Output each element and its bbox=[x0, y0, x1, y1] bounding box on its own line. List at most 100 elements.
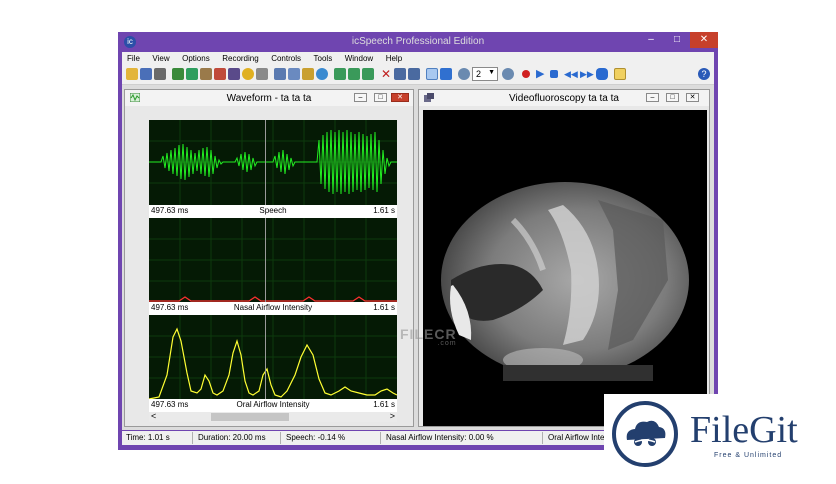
playback-cursor[interactable] bbox=[265, 120, 266, 205]
spectrum-icon[interactable] bbox=[200, 68, 212, 80]
speech-pane-caption: 497.63 ms Speech 1.61 s bbox=[149, 205, 397, 218]
split-horizontal-icon[interactable] bbox=[394, 68, 406, 80]
tool-icon[interactable] bbox=[302, 68, 314, 80]
bar-chart-icon[interactable] bbox=[172, 68, 184, 80]
play-icon[interactable]: ▶ bbox=[536, 68, 548, 80]
menu-view[interactable]: View bbox=[147, 52, 174, 65]
speech-waveform-plot[interactable] bbox=[149, 120, 397, 205]
menu-bar: File View Options Recording Controls Too… bbox=[122, 52, 714, 65]
minimize-button[interactable]: – bbox=[354, 93, 367, 102]
fast-forward-icon[interactable]: ▶▶ bbox=[580, 68, 594, 80]
scroll-right-arrow-icon[interactable]: > bbox=[390, 411, 395, 421]
chevron-down-icon: ▼ bbox=[488, 69, 495, 76]
menu-file[interactable]: File bbox=[122, 52, 145, 65]
pane-end-time: 1.61 s bbox=[373, 303, 395, 312]
move-icon[interactable] bbox=[440, 68, 452, 80]
menu-tools[interactable]: Tools bbox=[309, 52, 338, 65]
pane-end-time: 1.61 s bbox=[373, 206, 395, 215]
status-separator bbox=[280, 432, 281, 444]
pane-label: Nasal Airflow Intensity bbox=[233, 303, 313, 312]
status-oral: Oral Airflow Inte bbox=[548, 433, 605, 442]
close-button[interactable]: ✕ bbox=[391, 93, 409, 102]
status-separator bbox=[380, 432, 381, 444]
title-bar[interactable]: ic icSpeech Professional Edition – □ ✕ bbox=[118, 32, 718, 52]
loop-icon[interactable] bbox=[596, 68, 608, 80]
speech-waveform-pane[interactable]: 497.63 ms Speech 1.61 s bbox=[149, 120, 397, 218]
menu-controls[interactable]: Controls bbox=[266, 52, 306, 65]
export-icon[interactable] bbox=[348, 68, 360, 80]
pane-label: Oral Airflow Intensity bbox=[236, 400, 310, 409]
status-separator bbox=[542, 432, 543, 444]
filegit-badge: FileGit Free & Unlimited bbox=[604, 394, 836, 484]
minimize-button[interactable]: – bbox=[646, 93, 659, 102]
delete-icon[interactable]: ✕ bbox=[380, 68, 392, 80]
pitch-icon[interactable] bbox=[214, 68, 226, 80]
status-duration: Duration: 20.00 ms bbox=[198, 433, 266, 442]
minimize-button[interactable]: – bbox=[638, 32, 664, 48]
document-icon[interactable] bbox=[288, 68, 300, 80]
menu-help[interactable]: Help bbox=[381, 52, 407, 65]
video-icon[interactable] bbox=[228, 68, 240, 80]
pane-label: Speech bbox=[259, 206, 287, 215]
status-speech: Speech: -0.14 % bbox=[286, 433, 346, 442]
playback-cursor[interactable] bbox=[265, 315, 266, 399]
mdi-client-area: Waveform - ta ta ta – □ ✕ 497.63 ms Spee… bbox=[122, 85, 714, 430]
menu-recording[interactable]: Recording bbox=[217, 52, 263, 65]
chat-icon[interactable] bbox=[316, 68, 328, 80]
window-title: icSpeech Professional Edition bbox=[351, 36, 485, 47]
video-frame[interactable] bbox=[423, 110, 707, 426]
playback-cursor[interactable] bbox=[265, 218, 266, 302]
filegit-tagline: Free & Unlimited bbox=[714, 452, 783, 459]
app-window: ic icSpeech Professional Edition – □ ✕ F… bbox=[118, 32, 718, 450]
import-icon[interactable] bbox=[334, 68, 346, 80]
save-icon[interactable] bbox=[140, 68, 152, 80]
close-button[interactable]: ✕ bbox=[690, 32, 718, 48]
fluoroscopy-image bbox=[441, 182, 689, 381]
nasal-airflow-plot[interactable] bbox=[149, 218, 397, 302]
menu-window[interactable]: Window bbox=[340, 52, 378, 65]
convert-icon[interactable] bbox=[362, 68, 374, 80]
close-button[interactable]: ✕ bbox=[686, 93, 699, 102]
grid-icon[interactable] bbox=[256, 68, 268, 80]
pane-end-time: 1.61 s bbox=[373, 400, 395, 409]
rewind-icon[interactable]: ◀◀ bbox=[564, 68, 578, 80]
waveform-window-titlebar[interactable]: Waveform - ta ta ta – □ ✕ bbox=[125, 90, 413, 106]
restore-button[interactable]: □ bbox=[666, 93, 679, 102]
oral-airflow-plot[interactable] bbox=[149, 315, 397, 399]
record-icon[interactable] bbox=[522, 70, 530, 78]
toolbar: ✕ 2 ▼ ▶ ◀◀ ▶▶ ? bbox=[122, 65, 714, 85]
layout-icon[interactable] bbox=[274, 68, 286, 80]
zoom-in-icon[interactable] bbox=[458, 68, 470, 80]
scroll-left-arrow-icon[interactable]: < bbox=[151, 411, 156, 421]
print-icon[interactable] bbox=[154, 68, 166, 80]
fit-width-icon[interactable] bbox=[426, 68, 438, 80]
open-icon[interactable] bbox=[126, 68, 138, 80]
videofluoroscopy-window[interactable]: Videofluoroscopy ta ta ta – □ ✕ bbox=[418, 89, 710, 427]
help-icon[interactable]: ? bbox=[698, 68, 710, 80]
status-time: Time: 1.01 s bbox=[126, 433, 170, 442]
oral-airflow-pane[interactable]: 497.63 ms Oral Airflow Intensity 1.61 s bbox=[149, 315, 397, 412]
nasal-pane-caption: 497.63 ms Nasal Airflow Intensity 1.61 s bbox=[149, 302, 397, 315]
zoom-out-icon[interactable] bbox=[502, 68, 514, 80]
notes-icon[interactable] bbox=[614, 68, 626, 80]
zoom-select[interactable]: 2 ▼ bbox=[472, 67, 498, 81]
maximize-button[interactable]: □ bbox=[664, 32, 690, 48]
filecr-watermark: FILECR .com bbox=[400, 326, 457, 347]
scrollbar-thumb[interactable] bbox=[211, 413, 289, 421]
waveform-window[interactable]: Waveform - ta ta ta – □ ✕ 497.63 ms Spee… bbox=[124, 89, 414, 427]
status-nasal: Nasal Airflow Intensity: 0.00 % bbox=[386, 433, 494, 442]
split-vertical-icon[interactable] bbox=[408, 68, 420, 80]
horizontal-scrollbar[interactable]: < > bbox=[149, 411, 397, 422]
filegit-logo-icon bbox=[612, 401, 678, 467]
waveform-window-title: Waveform - ta ta ta bbox=[226, 93, 312, 104]
waveform-icon[interactable] bbox=[186, 68, 198, 80]
video-window-titlebar[interactable]: Videofluoroscopy ta ta ta – □ ✕ bbox=[419, 90, 709, 106]
status-separator bbox=[192, 432, 193, 444]
restore-button[interactable]: □ bbox=[374, 93, 387, 102]
oral-pane-caption: 497.63 ms Oral Airflow Intensity 1.61 s bbox=[149, 399, 397, 412]
zoom-value: 2 bbox=[476, 69, 482, 79]
nasal-airflow-pane[interactable]: 497.63 ms Nasal Airflow Intensity 1.61 s bbox=[149, 218, 397, 315]
stop-icon[interactable] bbox=[550, 70, 558, 78]
menu-options[interactable]: Options bbox=[177, 52, 215, 65]
face-icon[interactable] bbox=[242, 68, 254, 80]
